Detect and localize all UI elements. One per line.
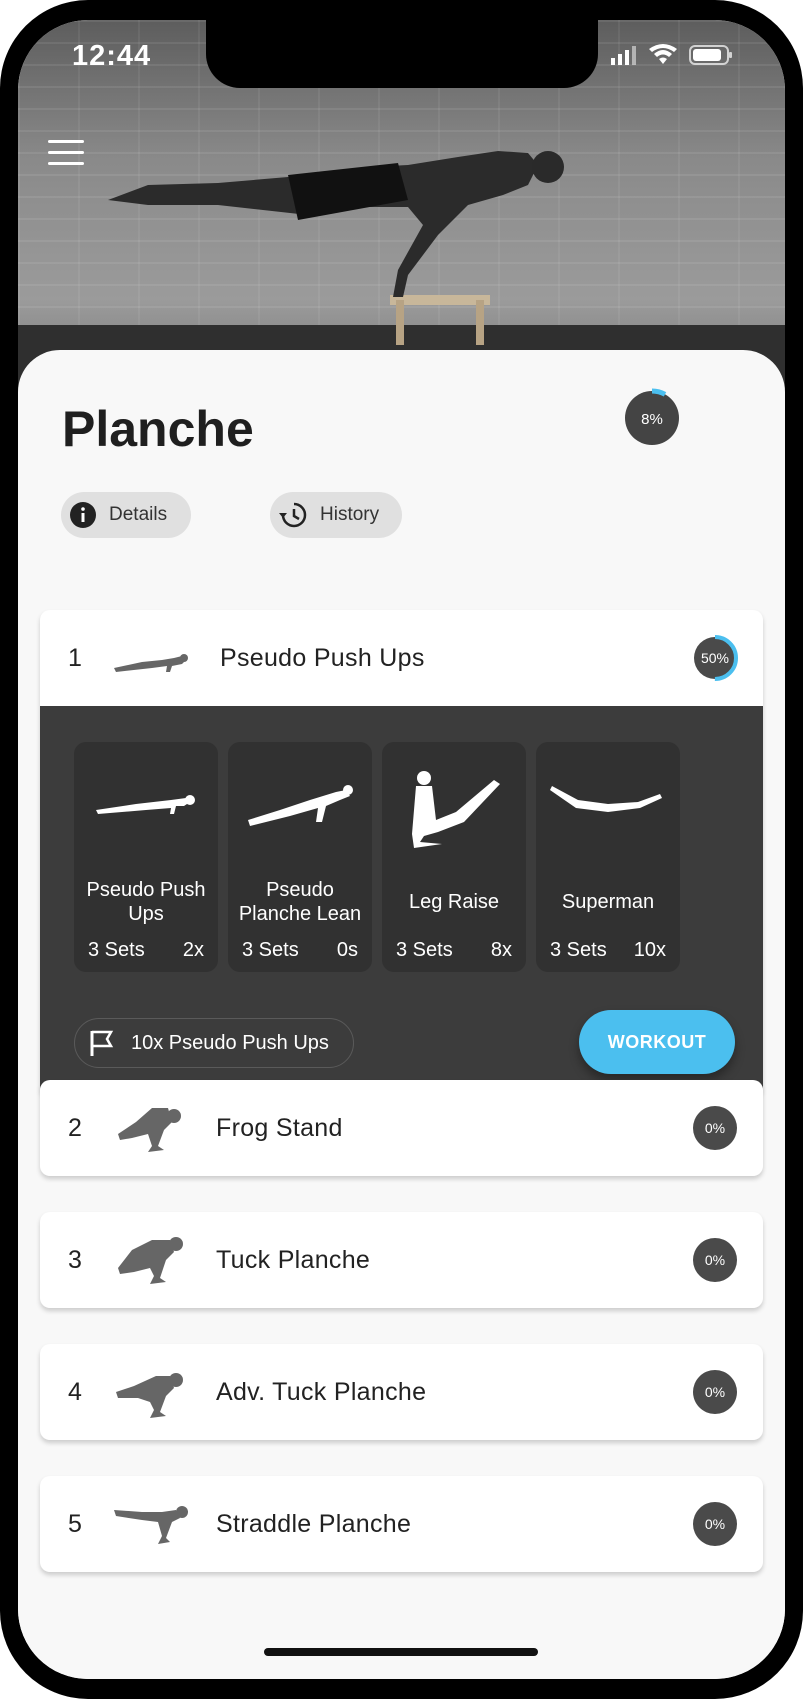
status-time: 12:44 — [72, 40, 152, 72]
exercise-name: Superman — [561, 891, 655, 913]
skill-sheet: Planche 8% Details History 1 Pseudo Push… — [18, 350, 785, 1679]
svg-text:0%: 0% — [705, 1252, 725, 1268]
overall-progress-label: 8% — [641, 411, 663, 428]
history-chip[interactable]: History — [270, 492, 402, 538]
exercise-sets: 3 Sets — [396, 939, 453, 961]
step-card-5[interactable]: 5 Straddle Planche 0% — [40, 1476, 763, 1572]
step-number: 4 — [68, 1378, 82, 1406]
history-icon — [279, 502, 307, 528]
leg-raise-icon — [412, 771, 500, 848]
svg-text:0%: 0% — [705, 1384, 725, 1400]
page-title: Planche — [62, 401, 254, 457]
exercise-reps: 8x — [490, 939, 512, 961]
straddle-planche-silhouette-icon — [114, 1506, 188, 1544]
svg-text:0%: 0% — [705, 1120, 725, 1136]
step-progress-ring: 0% — [693, 1106, 737, 1150]
frog-stand-silhouette-icon — [118, 1108, 181, 1152]
exercise-panel: Pseudo Push Ups 3 Sets 2x Pseudo Planche… — [40, 706, 763, 1096]
superman-icon — [550, 786, 662, 812]
exercise-tile[interactable]: Pseudo Push Ups 3 Sets 2x — [74, 742, 218, 972]
exercise-name: Pseudo Push Ups — [86, 879, 206, 925]
step-header[interactable]: 1 Pseudo Push Ups 50% — [40, 610, 763, 706]
app-screen: 12:44 Planche 8% Details History 1 Pseud… — [18, 20, 785, 1679]
step-progress-ring: 50% — [692, 635, 738, 681]
exercise-tile[interactable]: Superman 3 Sets 10x — [536, 742, 680, 972]
wifi-icon — [649, 44, 677, 64]
exercise-name: Leg Raise — [408, 891, 500, 913]
planche-lean-icon — [248, 785, 353, 826]
step-card-3[interactable]: 3 Tuck Planche 0% — [40, 1212, 763, 1308]
step-name: Adv. Tuck Planche — [216, 1378, 427, 1406]
athlete-planche-photo — [108, 151, 564, 345]
exercise-tile[interactable]: Leg Raise 3 Sets 8x — [382, 742, 526, 972]
adv-tuck-planche-silhouette-icon — [116, 1373, 183, 1418]
step-card-2[interactable]: 2 Frog Stand 0% — [40, 1080, 763, 1176]
exercise-sets: 3 Sets — [88, 939, 145, 961]
step-number: 5 — [68, 1510, 82, 1538]
details-chip[interactable]: Details — [61, 492, 191, 538]
goal-label: 10x Pseudo Push Ups — [131, 1031, 329, 1054]
battery-icon — [689, 45, 732, 65]
phone-frame: 12:44 Planche 8% Details History 1 Pseud… — [0, 0, 803, 1699]
flag-icon — [90, 1030, 114, 1056]
workout-button[interactable]: WORKOUT — [579, 1010, 735, 1074]
menu-icon[interactable] — [48, 140, 84, 168]
step-name: Pseudo Push Ups — [220, 644, 425, 672]
exercise-sets: 3 Sets — [242, 939, 299, 961]
status-icons — [611, 44, 733, 66]
history-label: History — [320, 504, 380, 525]
step-card-1[interactable]: 1 Pseudo Push Ups 50% Pseudo Push Ups 3 … — [40, 610, 763, 1096]
step-progress-ring: 0% — [693, 1370, 737, 1414]
exercise-tile[interactable]: Pseudo Planche Lean 3 Sets 0s — [228, 742, 372, 972]
details-label: Details — [109, 504, 168, 525]
overall-progress-ring: 8% — [622, 388, 682, 448]
svg-text:50%: 50% — [701, 650, 729, 666]
signal-icon — [611, 46, 636, 65]
info-icon — [70, 502, 96, 528]
step-name: Frog Stand — [216, 1114, 343, 1142]
svg-text:0%: 0% — [705, 1516, 725, 1532]
home-indicator[interactable] — [264, 1648, 538, 1656]
pseudo-push-up-silhouette-icon — [114, 654, 188, 672]
step-name: Tuck Planche — [216, 1246, 371, 1274]
step-number: 1 — [68, 644, 82, 672]
exercise-sets: 3 Sets — [550, 939, 607, 961]
exercise-reps: 10x — [633, 939, 666, 961]
exercise-reps: 2x — [182, 939, 204, 961]
step-progress-ring: 0% — [693, 1502, 737, 1546]
pseudo-push-up-icon — [96, 795, 195, 814]
step-number: 3 — [68, 1246, 82, 1274]
step-name: Straddle Planche — [216, 1510, 412, 1538]
exercise-name: Pseudo Planche Lean — [238, 879, 362, 925]
exercise-reps: 0s — [336, 939, 358, 961]
step-progress-ring: 0% — [693, 1238, 737, 1282]
goal-chip[interactable]: 10x Pseudo Push Ups — [74, 1018, 354, 1068]
step-number: 2 — [68, 1114, 82, 1142]
step-card-4[interactable]: 4 Adv. Tuck Planche 0% — [40, 1344, 763, 1440]
device-notch — [206, 20, 598, 88]
tuck-planche-silhouette-icon — [118, 1237, 183, 1284]
